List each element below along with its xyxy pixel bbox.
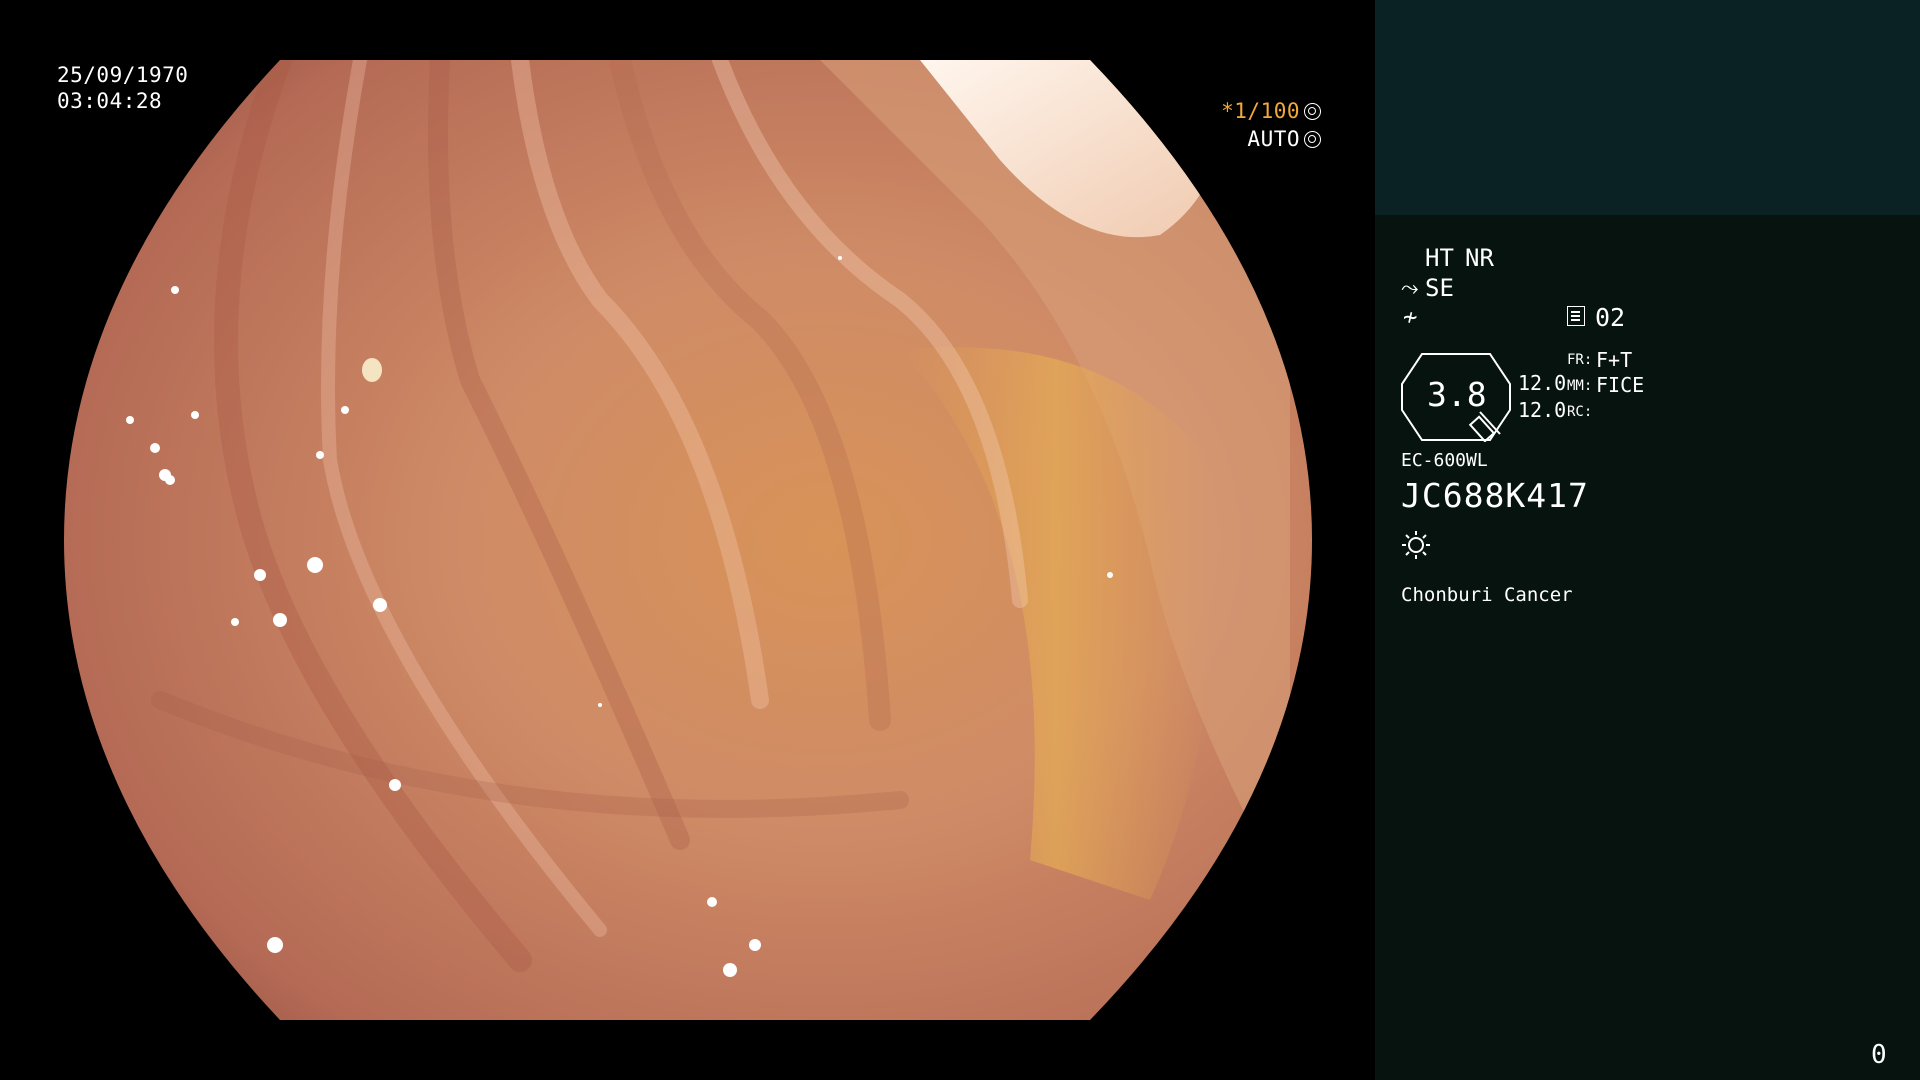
ht-indicator: HT bbox=[1425, 244, 1454, 272]
zoom-value: 3.8 bbox=[1427, 375, 1487, 414]
se-indicator: SE bbox=[1425, 274, 1454, 302]
hospital-name: Chonburi Cancer bbox=[1401, 584, 1573, 606]
value-1: 12.0 bbox=[1518, 371, 1567, 395]
scope-serial: JC688K417 bbox=[1401, 476, 1589, 515]
value-2: 12.0 bbox=[1518, 398, 1567, 422]
endoscope-view: 25/09/1970 03:04:28 *1/100 AUTO bbox=[0, 0, 1375, 1080]
light-icon bbox=[1402, 531, 1430, 559]
date-display: 25/09/1970 bbox=[57, 63, 189, 87]
endoscopic-image bbox=[64, 60, 1312, 1020]
freeze-icon: ≁ bbox=[1403, 303, 1418, 331]
iris-icon bbox=[1304, 131, 1321, 148]
fr-label: FR: bbox=[1567, 352, 1593, 368]
shutter-icon bbox=[1304, 103, 1321, 120]
rc-label: RC: bbox=[1567, 404, 1593, 420]
mm-label: MM: bbox=[1567, 378, 1593, 394]
frame-counter: 0 bbox=[1871, 1040, 1887, 1070]
memo-icon bbox=[1567, 306, 1585, 326]
iris-mode: AUTO bbox=[1247, 126, 1321, 152]
time-display: 03:04:28 bbox=[57, 89, 163, 113]
info-panel: HT NR ⤳ SE ≁ 02 3.8 12.0 12.0 FR: F+T MM… bbox=[1375, 0, 1920, 1080]
scope-angle-icon: ⤳ bbox=[1401, 276, 1419, 301]
scope-model: EC-600WL bbox=[1401, 450, 1488, 471]
memo-count: 02 bbox=[1595, 303, 1626, 332]
nr-indicator: NR bbox=[1465, 244, 1494, 272]
iris-value: AUTO bbox=[1247, 127, 1300, 151]
fr-value: F+T bbox=[1596, 348, 1633, 372]
shutter-value: *1/100 bbox=[1221, 99, 1300, 123]
shutter-speed: *1/100 bbox=[1221, 98, 1321, 124]
mm-value: FICE bbox=[1596, 373, 1645, 397]
